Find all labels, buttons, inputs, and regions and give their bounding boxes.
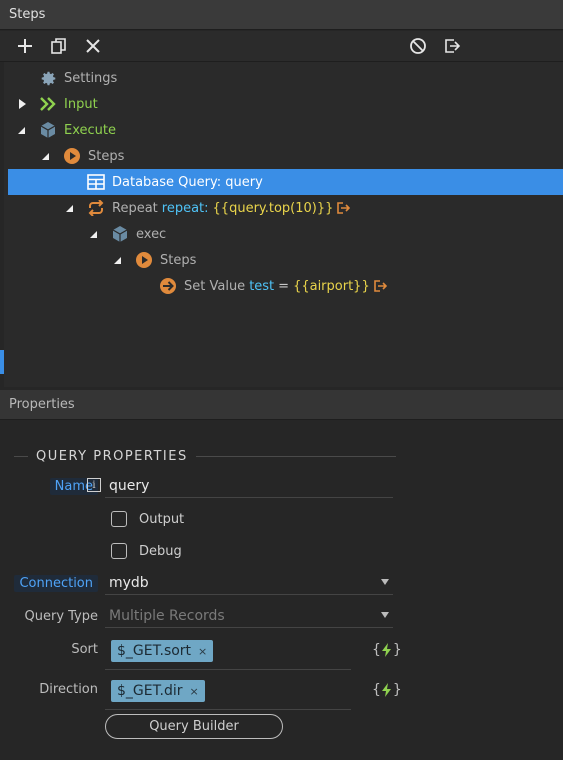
gear-icon (39, 69, 57, 87)
double-chevron-icon (39, 95, 57, 113)
brace-close: } (392, 682, 402, 698)
duplicate-step-button[interactable] (48, 35, 70, 57)
panel-resize-marker (0, 350, 4, 374)
output-arrow-icon (337, 202, 351, 214)
direction-tag[interactable]: $_GET.dir × (111, 680, 205, 702)
query-type-select[interactable]: Multiple Records (105, 604, 393, 628)
tree-label-settings: Settings (64, 70, 118, 86)
tree-label-repeat: Repeat repeat: {{query.top(10)}} (112, 200, 351, 216)
collapse-toggle-exec[interactable] (88, 229, 98, 239)
tree-label-steps-nested: Steps (160, 252, 197, 268)
tree-label-steps: Steps (88, 148, 125, 164)
remove-tag-icon[interactable]: × (189, 685, 198, 698)
name-value: query (109, 477, 150, 494)
section-title: QUERY PROPERTIES (36, 448, 188, 464)
steps-panel-title: Steps (9, 7, 46, 22)
brace-open: { (372, 682, 381, 698)
export-step-button[interactable] (441, 35, 463, 57)
repeat-expression: {{query.top(10)}} (212, 200, 334, 216)
query-builder-button[interactable]: Query Builder (105, 714, 283, 739)
export-icon (445, 39, 461, 53)
debug-label: Debug (139, 544, 182, 559)
chevron-down-icon (381, 579, 389, 585)
tree-label-input: Input (64, 96, 98, 112)
tree-item-steps-nested[interactable]: Steps (8, 247, 563, 273)
lightning-icon (381, 643, 391, 657)
play-circle-icon (63, 147, 81, 165)
copy-icon (51, 38, 66, 54)
name-input[interactable]: query (105, 474, 393, 498)
tree-item-database-query[interactable]: Database Query: query (8, 169, 563, 195)
tree-label-execute: Execute (64, 122, 116, 138)
direction-input[interactable]: $_GET.dir × (105, 680, 351, 710)
section-divider-left (14, 455, 28, 457)
direction-label: Direction (39, 682, 98, 697)
query-type-label: Query Type (24, 609, 99, 624)
add-step-button[interactable] (14, 35, 36, 57)
expand-toggle-input[interactable] (17, 99, 27, 109)
tree-item-exec[interactable]: exec (8, 221, 563, 247)
remove-tag-icon[interactable]: × (198, 645, 207, 658)
connection-value: mydb (109, 574, 149, 591)
connection-label: Connection (14, 575, 98, 592)
repeat-prefix: Repeat (112, 200, 158, 216)
sort-input[interactable]: $_GET.sort × (105, 640, 351, 670)
repeat-icon (87, 199, 105, 217)
tree-item-steps[interactable]: Steps (8, 143, 563, 169)
connection-select[interactable]: mydb (105, 571, 393, 595)
steps-toolbar (0, 31, 563, 62)
brace-close: } (392, 642, 402, 658)
query-type-value: Multiple Records (109, 607, 225, 624)
sort-label: Sort (71, 642, 98, 657)
disable-step-button[interactable] (407, 35, 429, 57)
direction-tag-text: $_GET.dir (117, 683, 183, 699)
steps-panel-header: Steps (0, 0, 563, 30)
plus-icon (18, 39, 32, 53)
repeat-key: repeat: (161, 200, 209, 216)
tree-item-input[interactable]: Input (8, 91, 563, 117)
tree-item-repeat[interactable]: Repeat repeat: {{query.top(10)}} (8, 195, 563, 221)
set-value-expression: {{airport}} (293, 278, 370, 294)
collapse-toggle-steps[interactable] (40, 151, 50, 161)
disable-icon (410, 38, 426, 54)
collapse-toggle-repeat[interactable] (64, 203, 74, 213)
brace-open: { (372, 642, 381, 658)
set-value-equals: = (278, 278, 290, 294)
output-checkbox[interactable] (111, 511, 127, 527)
cube-icon (39, 121, 57, 139)
tree-label-exec: exec (136, 226, 167, 242)
delete-step-button[interactable] (82, 35, 104, 57)
lightning-icon (381, 683, 391, 697)
properties-panel-title: Properties (9, 397, 75, 412)
output-label: Output (139, 512, 185, 527)
collapse-toggle-steps-nested[interactable] (112, 255, 122, 265)
info-icon[interactable]: i (87, 478, 101, 492)
tree-item-settings[interactable]: Settings (8, 65, 563, 91)
cube-icon (111, 225, 129, 243)
tree-item-set-value[interactable]: Set Value test = {{airport}} (8, 273, 563, 299)
dynamic-data-button[interactable]: { } (372, 682, 402, 698)
close-icon (86, 39, 100, 53)
query-properties-section: QUERY PROPERTIES (14, 447, 396, 465)
chevron-down-icon (381, 612, 389, 618)
sort-tag[interactable]: $_GET.sort × (111, 640, 214, 662)
tree-label-database-query: Database Query: query (112, 174, 263, 190)
properties-panel-header: Properties (0, 390, 563, 420)
section-divider-right (195, 455, 396, 457)
sort-tag-text: $_GET.sort (117, 643, 192, 659)
arrow-circle-icon (159, 277, 177, 295)
collapse-toggle-execute[interactable] (16, 125, 26, 135)
set-value-prefix: Set Value (184, 278, 246, 294)
tree-label-set-value: Set Value test = {{airport}} (184, 279, 387, 294)
dynamic-data-button[interactable]: { } (372, 642, 402, 658)
table-icon (87, 173, 105, 191)
steps-tree: Settings Input Execute Steps Database Qu… (0, 62, 563, 387)
output-arrow-icon (373, 280, 387, 292)
play-circle-icon (135, 251, 153, 269)
set-value-key: test (249, 278, 275, 294)
tree-item-execute[interactable]: Execute (8, 117, 563, 143)
debug-checkbox[interactable] (111, 543, 127, 559)
